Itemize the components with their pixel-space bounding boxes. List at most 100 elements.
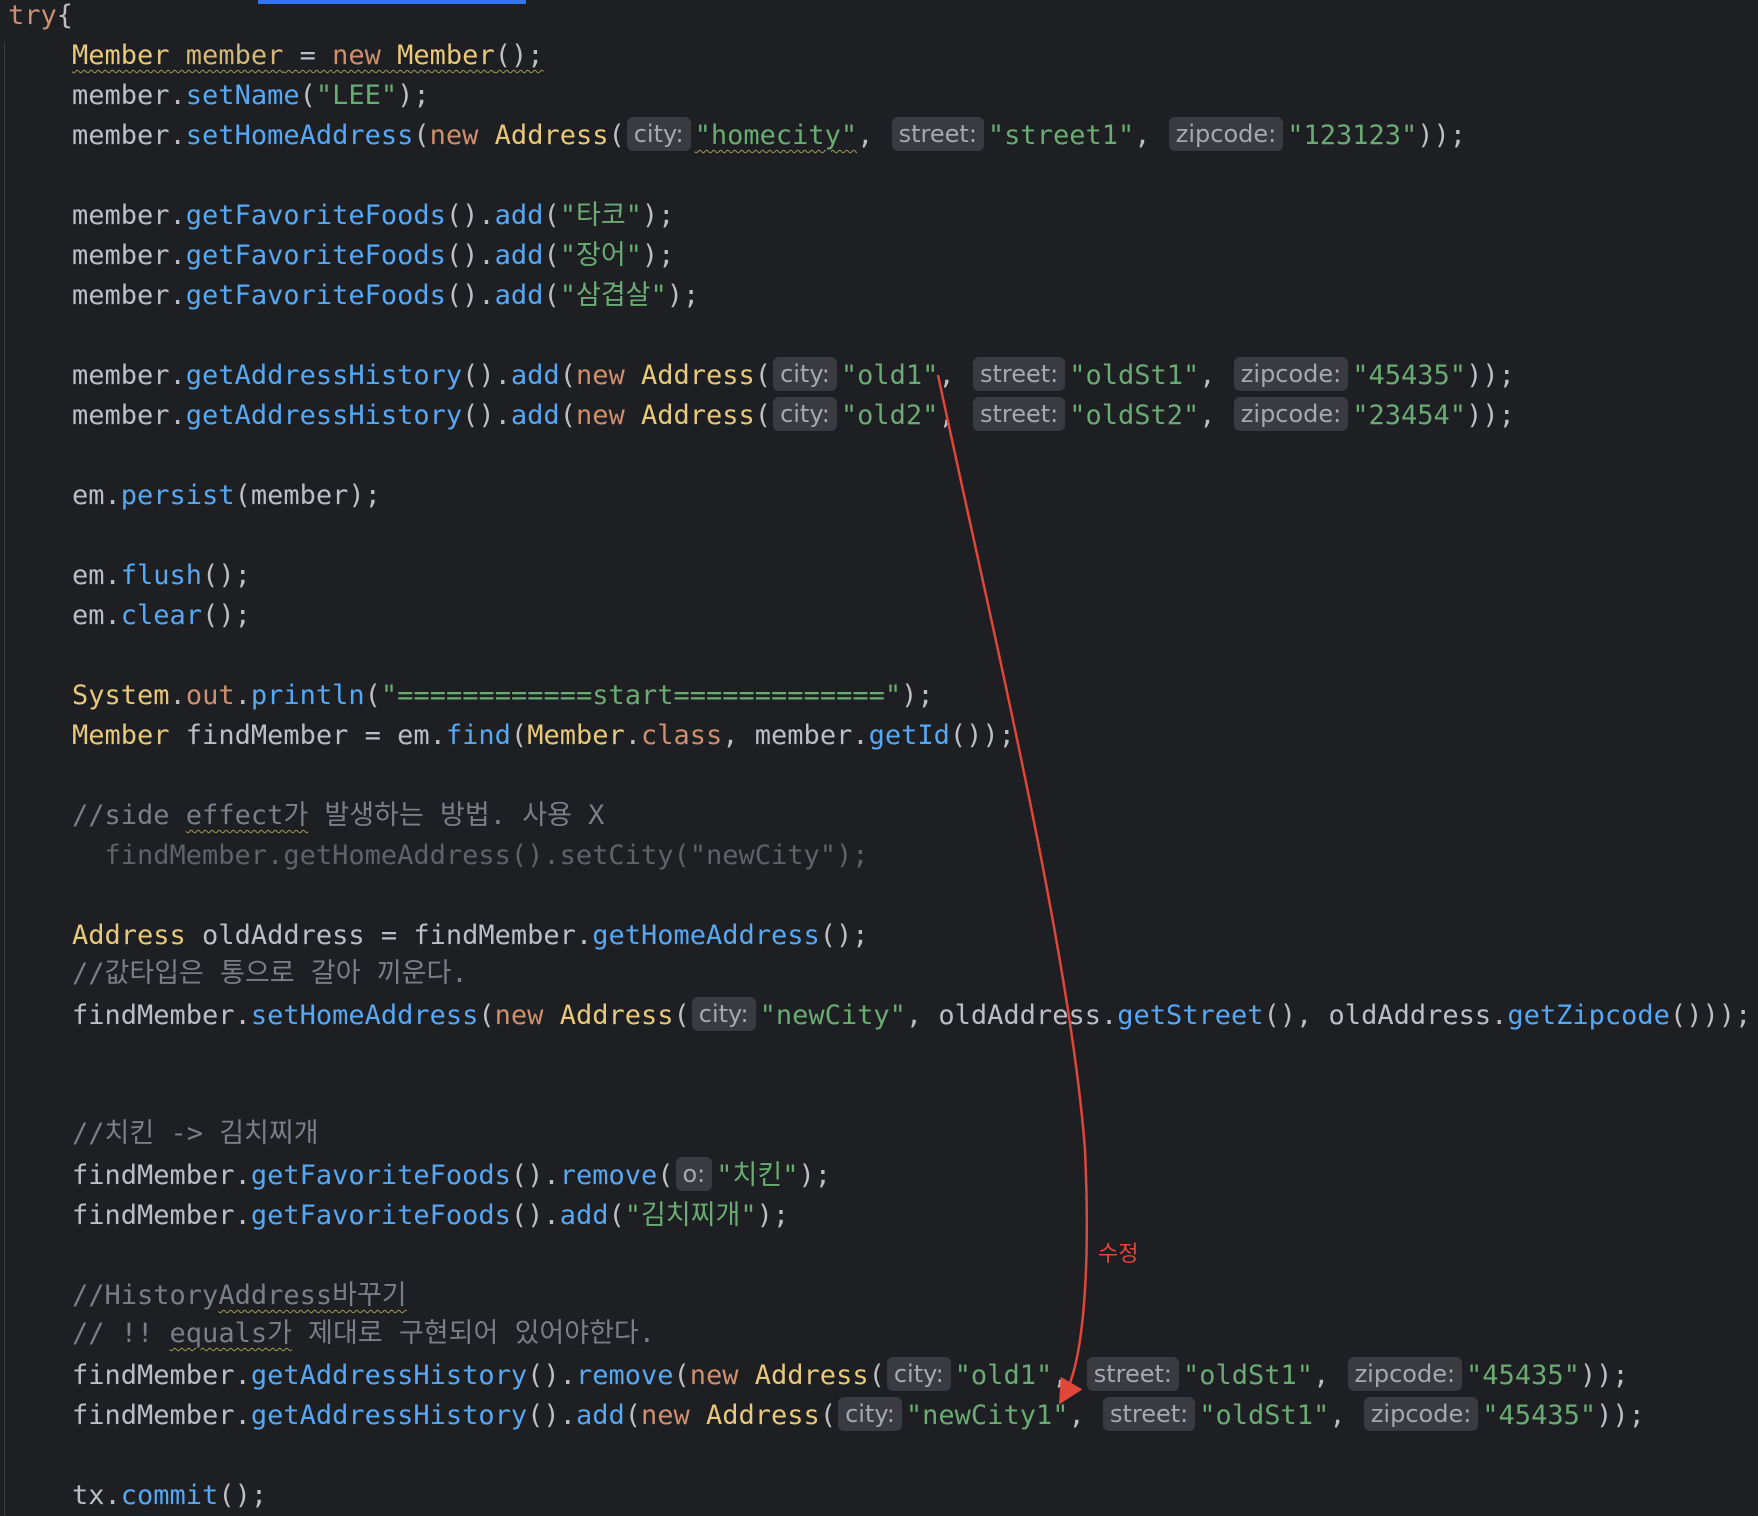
token-string: "삼겹살" [559,280,667,311]
param-hint: city: [773,397,837,431]
token-var: oldAddress = findMember. [185,920,593,951]
token-punct: (). [462,400,511,431]
code-line[interactable]: em.clear(); [72,596,251,636]
token-punct: ); [397,80,430,111]
token-obj: member. [72,80,186,111]
param-hint: zipcode: [1233,357,1349,391]
token-punct: ()); [949,720,1015,751]
token-class: Address [624,360,755,391]
token-method: add [494,280,544,311]
annotation-arrow-path [936,374,1089,1405]
param-hint: street: [1102,1397,1196,1431]
code-comment[interactable]: // !! equals가 제대로 구현되어 있어야한다. [72,1314,655,1354]
token-string: "old1" [954,1360,1053,1391]
token-punct: (). [445,280,495,311]
token-keyword: new [332,40,381,71]
token-obj: findMember. [72,1160,251,1191]
token-punct: (). [527,1400,576,1431]
token-method: persist [120,480,235,511]
token-punct: ( [673,1360,690,1391]
code-line[interactable]: member.getAddressHistory().add(new Addre… [72,396,1515,436]
token-class: System [72,680,170,711]
code-line[interactable]: findMember.getFavoriteFoods().add("김치찌개"… [72,1196,789,1236]
code-line[interactable]: em.flush(); [72,556,251,596]
code-line[interactable]: member.getFavoriteFoods().add("삼겹살"); [72,276,699,316]
token-punct: (); [202,560,251,591]
token-punct: ); [666,280,700,311]
comment-text: //값타입은 통으로 갈아 끼운다. [72,958,468,989]
active-tab-indicator [258,0,526,4]
token-punct: . [624,720,641,751]
code-line[interactable]: member.getFavoriteFoods().add("타코"); [72,196,674,236]
token-punct: (member); [234,480,381,511]
token-obj: em. [72,480,121,511]
token-obj: member. [72,120,186,151]
token-string: "45435" [1352,360,1467,391]
token-obj: member. [72,280,186,311]
token-punct: ( [754,360,772,391]
token-method: getAddressHistory [250,1360,528,1391]
code-line[interactable]: findMember.getAddressHistory().add(new A… [72,1396,1645,1436]
param-hint: o: [675,1157,713,1191]
code-line[interactable]: Address oldAddress = findMember.getHomeA… [72,916,869,956]
comment-text: effect가 [185,800,309,831]
code-line[interactable]: System.out.println("============start===… [72,676,934,716]
token-string: "123123" [1287,120,1418,151]
code-line[interactable]: member.setHomeAddress(new Address(city: "… [72,116,1466,156]
token-punct: , [1329,1400,1362,1431]
code-comment[interactable]: //값타입은 통으로 갈아 끼운다. [72,954,468,994]
token-var: findMember = em. [169,720,446,751]
token-method: getAddressHistory [250,1400,528,1431]
code-line[interactable]: findMember.getFavoriteFoods().remove(o: "… [72,1156,831,1196]
token-string: "LEE" [315,80,398,111]
token-method: getId [868,720,950,751]
token-class: Address [738,1360,869,1391]
token-obj: findMember. [72,1000,251,1031]
token-string: "old2" [840,400,939,431]
code-line[interactable]: Member findMember = em.find(Member.class… [72,716,1015,756]
token-class: Member [380,40,495,71]
token-method: add [575,1400,625,1431]
code-comment-dimmed[interactable]: findMember.getHomeAddress().setCity("new… [72,836,869,876]
code-line[interactable]: member.setName("LEE"); [72,76,430,116]
token-method: add [510,400,560,431]
token-string: "45435" [1482,1400,1597,1431]
token-string: "============start=============" [380,680,902,711]
code-line[interactable]: tx.commit(); [72,1476,267,1516]
token-string: "23454" [1352,400,1467,431]
param-hint: zipcode: [1233,397,1349,431]
code-line[interactable]: member.getAddressHistory().add(new Addre… [72,356,1515,396]
token-class: Address [543,1000,674,1031]
token-obj: em. [72,600,121,631]
code-line[interactable]: member.getFavoriteFoods().add("장어"); [72,236,674,276]
code-comment[interactable]: //side effect가 발생하는 방법. 사용 X [72,796,604,836]
code-line[interactable]: findMember.getAddressHistory().remove(ne… [72,1356,1629,1396]
token-punct: (). [527,1360,576,1391]
code-line[interactable]: Member member = new Member(); [72,36,543,76]
token-keyword: new [494,1000,544,1031]
token-string: "street1" [987,120,1135,151]
token-method: setHomeAddress [250,1000,479,1031]
code-line-try[interactable]: try{ [8,0,73,36]
param-hint: city: [838,1397,902,1431]
code-line[interactable]: em.persist(member); [72,476,381,516]
token-punct: ())); [1669,1000,1752,1031]
code-comment[interactable]: //HistoryAddress바꾸기 [72,1276,407,1316]
token-string: "homecity" [694,120,858,151]
token-punct: ); [756,1200,790,1231]
token-punct: , [1134,120,1167,151]
token-punct: ( [364,680,381,711]
token-class: Member [72,40,170,71]
token-obj: tx. [72,1480,121,1511]
code-line[interactable]: findMember.setHomeAddress(new Address(ci… [72,996,1751,1036]
brace: { [56,0,74,31]
comment-text: // !! [72,1318,170,1349]
param-hint: city: [773,357,837,391]
code-comment[interactable]: //치킨 -> 김치찌개 [72,1114,319,1154]
token-obj: member. [72,360,186,391]
param-hint: zipcode: [1347,1357,1463,1391]
code-editor[interactable]: try{ Member member = new Member(); membe… [0,0,1758,1516]
token-punct: , [938,360,971,391]
token-punct: ( [413,120,430,151]
token-class: Member [527,720,625,751]
